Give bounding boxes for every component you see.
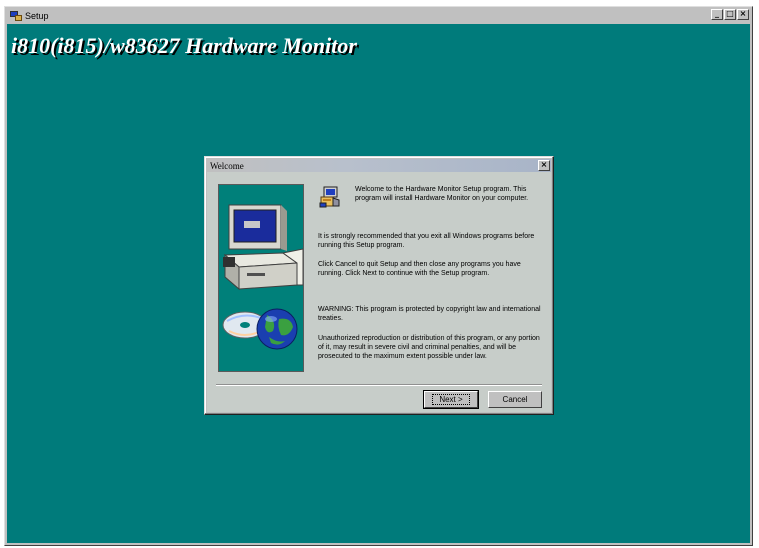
maximize-button[interactable]: □ [724, 9, 736, 20]
next-button-label: Next > [432, 394, 470, 405]
setup-app-icon [9, 10, 22, 22]
window-controls: _ □ × [710, 9, 749, 20]
setup-installer-icon [319, 186, 340, 208]
window-title: Setup [25, 10, 49, 21]
dialog-close-button[interactable]: × [538, 160, 550, 171]
copyright-warning: WARNING: This program is protected by co… [318, 306, 541, 322]
next-button[interactable]: Next > [423, 390, 479, 409]
instructions-message: Click Cancel to quit Setup and then clos… [318, 261, 521, 277]
dialog-title: Welcome [210, 160, 244, 171]
dialog-body: Welcome to the Hardware Monitor Setup pr… [207, 172, 551, 412]
exit-programs-message: It is strongly recommended that you exit… [318, 233, 535, 249]
side-illustration [218, 184, 304, 372]
close-button[interactable]: × [737, 9, 749, 20]
welcome-dialog: Welcome × Welcome to the Hardware Monito… [204, 156, 554, 415]
cancel-button[interactable]: Cancel [488, 391, 542, 408]
minimize-button[interactable]: _ [711, 9, 723, 20]
legal-notice: Unauthorized reproduction or distributio… [318, 335, 540, 360]
welcome-message: Welcome to the Hardware Monitor Setup pr… [355, 186, 529, 202]
dialog-titlebar[interactable]: Welcome × [207, 159, 551, 172]
banner-title: i810(i815)/w83627 Hardware Monitor [11, 33, 357, 58]
computer-cd-globe-icon [222, 204, 303, 350]
button-separator [216, 384, 542, 386]
window-titlebar[interactable]: Setup _ □ × [6, 8, 751, 23]
